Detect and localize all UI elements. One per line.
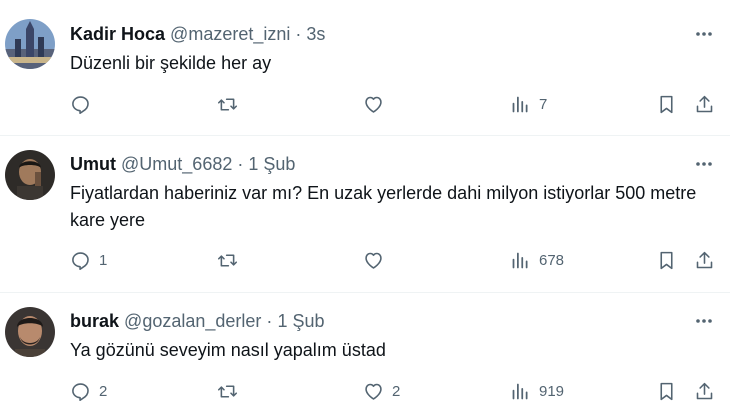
- reply-button[interactable]: [70, 94, 99, 115]
- display-name[interactable]: burak: [70, 311, 119, 331]
- tweet-actions: 1 678: [0, 250, 730, 274]
- retweet-button[interactable]: [217, 250, 246, 271]
- heart-icon: [363, 250, 384, 271]
- bookmark-button[interactable]: [656, 381, 677, 402]
- display-name[interactable]: Kadir Hoca: [70, 24, 165, 44]
- views-button[interactable]: 7: [510, 94, 547, 115]
- share-icon: [694, 94, 715, 115]
- tweet-actions: 2 2 919: [0, 381, 730, 405]
- tweet-text: Fiyatlardan haberiniz var mı? En uzak ye…: [70, 183, 697, 230]
- share-button[interactable]: [694, 381, 715, 402]
- reply-icon: [70, 94, 91, 115]
- tweet-text: Düzenli bir şekilde her ay: [70, 53, 272, 73]
- timestamp[interactable]: 1 Şub: [277, 311, 324, 331]
- retweet-icon: [217, 250, 238, 271]
- share-button[interactable]: [694, 94, 715, 115]
- reply-icon: [70, 381, 91, 402]
- reply-count: 1: [99, 251, 108, 269]
- avatar[interactable]: [5, 307, 55, 357]
- like-button[interactable]: [363, 250, 392, 271]
- views-count: 678: [539, 251, 565, 269]
- avatar[interactable]: [5, 19, 55, 69]
- more-icon[interactable]: [694, 24, 714, 44]
- tweet-item[interactable]: burak @gozalan_derler · 1 Şub Ya gözünü …: [0, 293, 730, 420]
- tweet-actions: 7: [0, 94, 730, 118]
- more-icon[interactable]: [694, 311, 714, 331]
- bookmark-button[interactable]: [656, 250, 677, 271]
- bookmark-icon: [656, 94, 677, 115]
- retweet-icon: [217, 94, 238, 115]
- display-name[interactable]: Umut: [70, 154, 116, 174]
- separator: ·: [266, 311, 273, 331]
- views-button[interactable]: 919: [510, 381, 564, 402]
- heart-icon: [363, 381, 384, 402]
- reply-button[interactable]: 2: [70, 381, 107, 402]
- avatar[interactable]: [5, 150, 55, 200]
- tweet-header: burak @gozalan_derler · 1 Şub: [70, 310, 324, 332]
- bookmark-icon: [656, 250, 677, 271]
- bookmark-button[interactable]: [656, 94, 677, 115]
- like-button[interactable]: 2: [363, 381, 400, 402]
- heart-icon: [363, 94, 384, 115]
- views-count: 919: [539, 382, 565, 400]
- separator: ·: [237, 154, 244, 174]
- views-icon: [510, 250, 531, 271]
- reply-icon: [70, 250, 91, 271]
- retweet-button[interactable]: [217, 381, 246, 402]
- reply-count: 2: [99, 382, 108, 400]
- user-handle[interactable]: @Umut_6682: [121, 154, 232, 174]
- views-button[interactable]: 678: [510, 250, 564, 271]
- like-count: 2: [392, 382, 401, 400]
- tweet-item[interactable]: Umut @Umut_6682 · 1 Şub Fiyatlardan habe…: [0, 136, 730, 292]
- views-icon: [510, 381, 531, 402]
- views-count: 7: [539, 95, 548, 113]
- more-icon[interactable]: [694, 154, 714, 174]
- tweet-item[interactable]: Kadir Hoca @mazeret_izni · 3s Düzenli bi…: [0, 0, 730, 135]
- retweet-button[interactable]: [217, 94, 246, 115]
- timestamp[interactable]: 3s: [306, 24, 325, 44]
- user-handle[interactable]: @gozalan_derler: [124, 311, 261, 331]
- tweet-header: Umut @Umut_6682 · 1 Şub: [70, 153, 295, 175]
- separator: ·: [295, 24, 302, 44]
- timestamp[interactable]: 1 Şub: [248, 154, 295, 174]
- share-icon: [694, 381, 715, 402]
- tweet-header: Kadir Hoca @mazeret_izni · 3s: [70, 23, 325, 45]
- reply-button[interactable]: 1: [70, 250, 107, 271]
- bookmark-icon: [656, 381, 677, 402]
- views-icon: [510, 94, 531, 115]
- share-icon: [694, 250, 715, 271]
- user-handle[interactable]: @mazeret_izni: [170, 24, 290, 44]
- tweet-text: Ya gözünü seveyim nasıl yapalım üstad: [70, 340, 386, 360]
- like-button[interactable]: [363, 94, 392, 115]
- tweet-feed: Kadir Hoca @mazeret_izni · 3s Düzenli bi…: [0, 0, 730, 420]
- retweet-icon: [217, 381, 238, 402]
- share-button[interactable]: [694, 250, 715, 271]
